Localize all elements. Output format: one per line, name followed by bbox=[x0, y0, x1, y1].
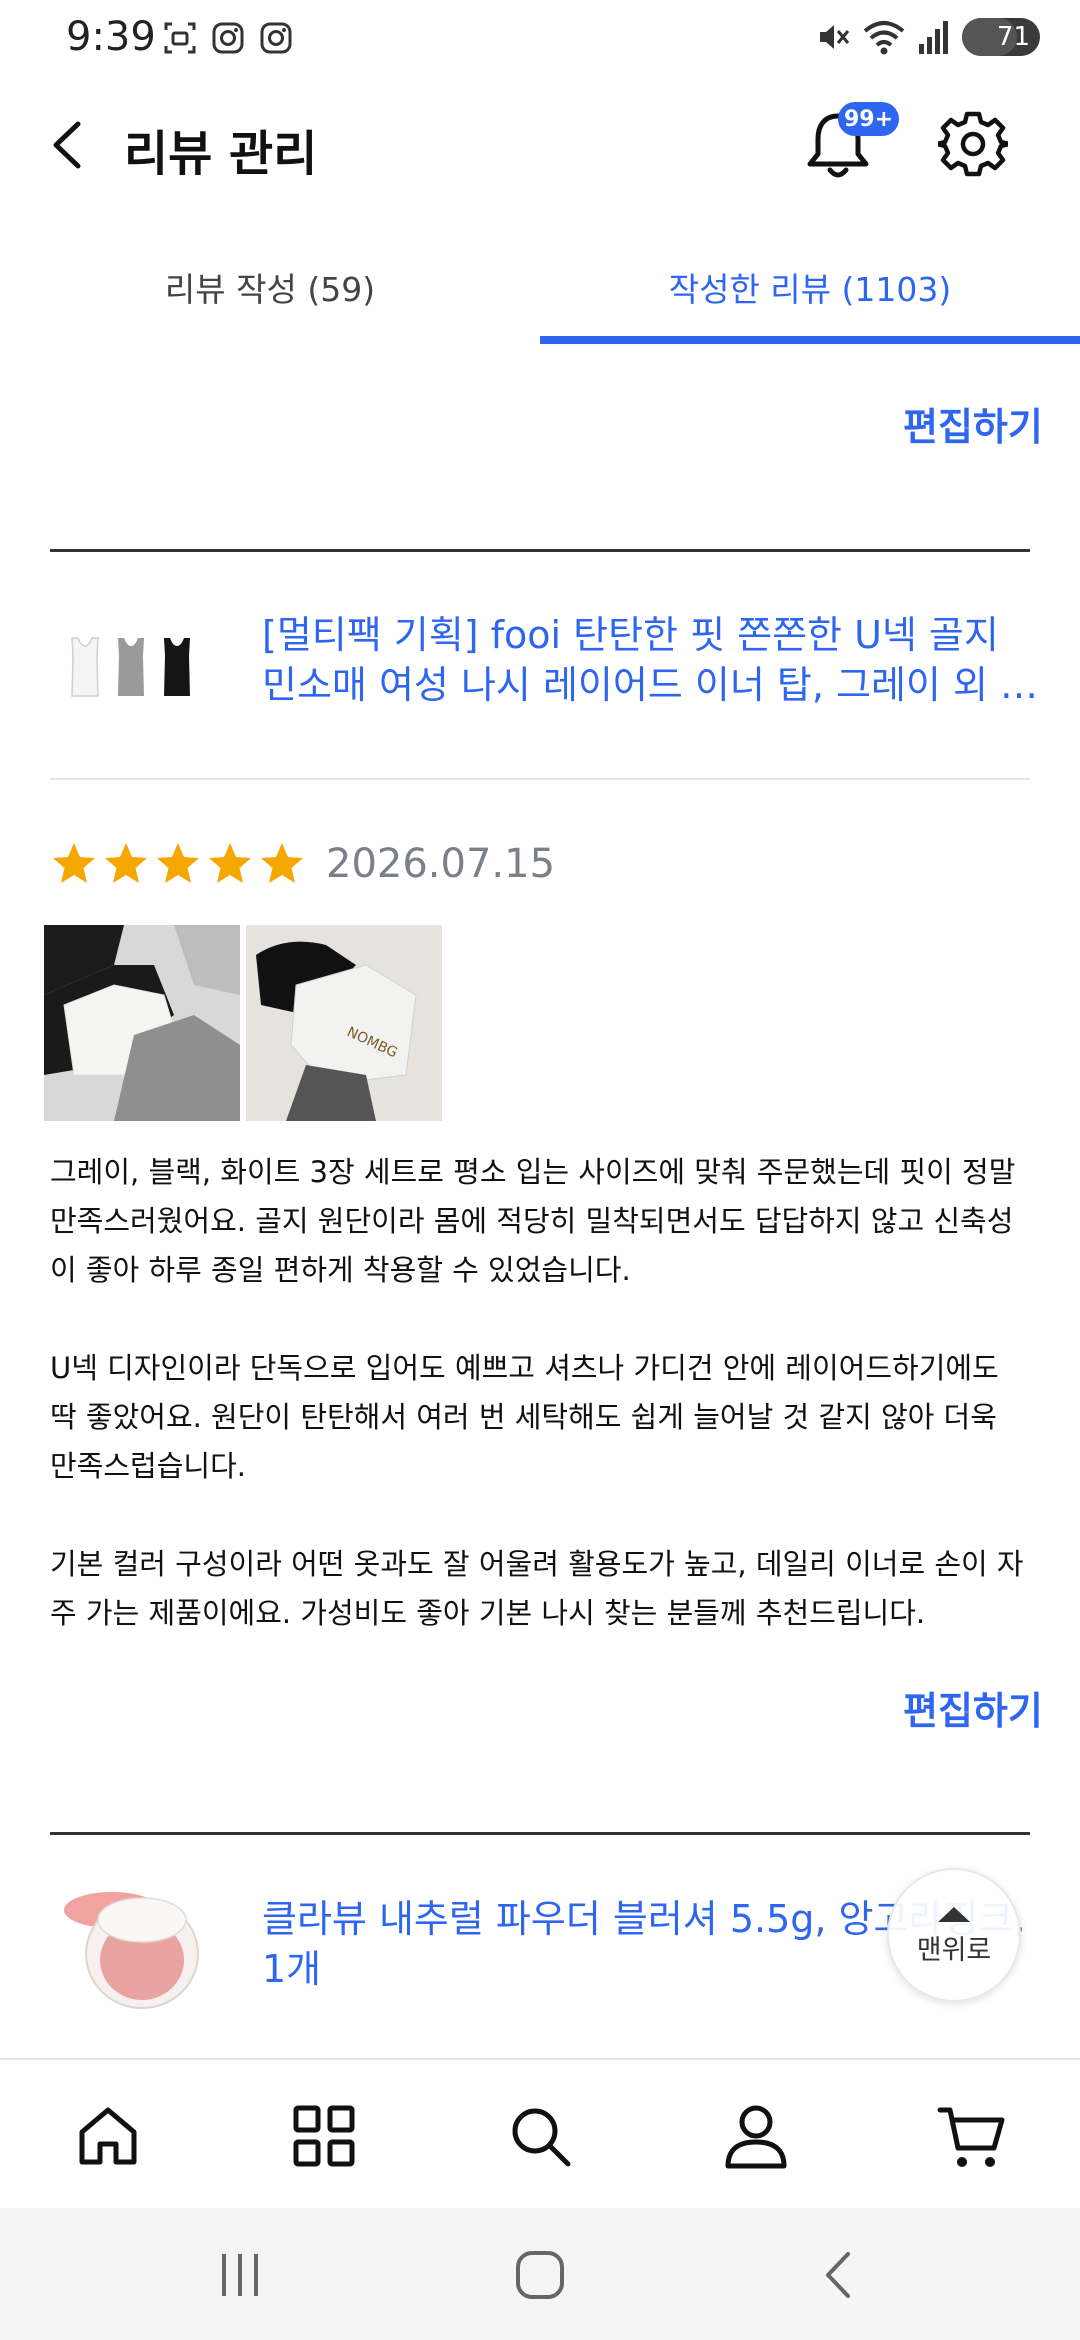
star-icon bbox=[209, 843, 251, 883]
battery-level: 71 bbox=[996, 22, 1030, 52]
section-divider bbox=[50, 1832, 1030, 1835]
star-icon bbox=[53, 843, 95, 883]
review-photo[interactable]: NOMBG bbox=[246, 925, 442, 1121]
product-thumbnail bbox=[71, 637, 190, 697]
edit-button[interactable]: 편집하기 bbox=[903, 1680, 1043, 1735]
review-text: 그레이, 블랙, 화이트 3장 세트로 평소 입는 사이즈에 맞춰 주문했는데 … bbox=[50, 1148, 1030, 1638]
review-paragraph: 기본 컬러 구성이라 어떤 옷과도 잘 어울려 활용도가 높고, 데일리 이너로… bbox=[50, 1547, 1024, 1630]
edit-button[interactable]: 편집하기 bbox=[903, 396, 1043, 451]
cart-icon[interactable] bbox=[936, 2100, 1008, 2172]
home-button-icon[interactable] bbox=[510, 2248, 570, 2302]
product-row[interactable]: 클라뷰 내추럴 파우더 블러셔 5.5g, 앙고라핑크, 1개 bbox=[50, 1870, 1030, 2030]
status-time: 9:39 bbox=[66, 14, 156, 60]
review-date: 2026.07.15 bbox=[326, 841, 556, 887]
scroll-top-label: 맨위로 bbox=[916, 1934, 992, 1966]
signal-icon bbox=[919, 21, 948, 54]
system-back-icon[interactable] bbox=[810, 2248, 870, 2302]
star-icon bbox=[105, 843, 147, 883]
instagram-icon bbox=[212, 22, 244, 54]
review-photo[interactable] bbox=[44, 925, 240, 1121]
mute-icon bbox=[820, 25, 850, 49]
review-photos: NOMBG bbox=[44, 925, 442, 1121]
battery-icon: 71 bbox=[962, 18, 1040, 56]
home-icon[interactable] bbox=[72, 2100, 144, 2172]
review-paragraph: 그레이, 블랙, 화이트 3장 세트로 평소 입는 사이즈에 맞춰 주문했는데 … bbox=[50, 1155, 1016, 1287]
divider bbox=[50, 778, 1030, 780]
my-page-icon[interactable] bbox=[720, 2100, 792, 2172]
review-paragraph: U넥 디자인이라 단독으로 입어도 예쁘고 셔츠나 가디건 안에 레이어드하기에… bbox=[50, 1351, 999, 1483]
star-icon bbox=[157, 843, 199, 883]
rating-row: 2026.07.15 bbox=[50, 836, 555, 892]
product-name[interactable]: [멀티팩 기획] fooi 탄탄한 핏 쫀쫀한 U넥 골지 민소매 여성 나시 … bbox=[262, 610, 1042, 710]
caret-up-icon bbox=[938, 1906, 970, 1922]
review-tabs: 리뷰 작성 (59) 작성한 리뷰 (1103) bbox=[0, 230, 1080, 344]
bottom-nav bbox=[0, 2058, 1080, 2208]
screenshot-icon bbox=[164, 22, 196, 54]
star-icon bbox=[261, 843, 303, 883]
system-navigation-bar bbox=[0, 2208, 1080, 2340]
settings-gear-icon[interactable] bbox=[938, 106, 1008, 182]
recent-apps-icon[interactable] bbox=[210, 2248, 270, 2302]
categories-icon[interactable] bbox=[288, 2100, 360, 2172]
tab-written-reviews[interactable]: 작성한 리뷰 (1103) bbox=[540, 230, 1080, 344]
section-divider bbox=[50, 549, 1030, 552]
product-row[interactable]: [멀티팩 기획] fooi 탄탄한 핏 쫀쫀한 U넥 골지 민소매 여성 나시 … bbox=[50, 586, 1030, 746]
product-thumbnail bbox=[64, 1892, 199, 2009]
instagram-icon bbox=[260, 22, 292, 54]
back-arrow-icon[interactable] bbox=[40, 112, 100, 178]
tab-write-review[interactable]: 리뷰 작성 (59) bbox=[0, 230, 540, 344]
notification-badge: 99+ bbox=[838, 102, 900, 136]
wifi-icon bbox=[863, 21, 905, 55]
star-rating bbox=[50, 840, 306, 888]
scroll-top-button[interactable]: 맨위로 bbox=[887, 1868, 1021, 2002]
status-right-icons: 71 bbox=[814, 18, 1040, 56]
status-bar: 9:39 71 bbox=[0, 0, 1080, 82]
status-left-icons bbox=[162, 20, 294, 56]
app-header: 리뷰 관리 99+ bbox=[0, 90, 1080, 200]
page-title: 리뷰 관리 bbox=[124, 126, 318, 182]
search-icon[interactable] bbox=[504, 2100, 576, 2172]
